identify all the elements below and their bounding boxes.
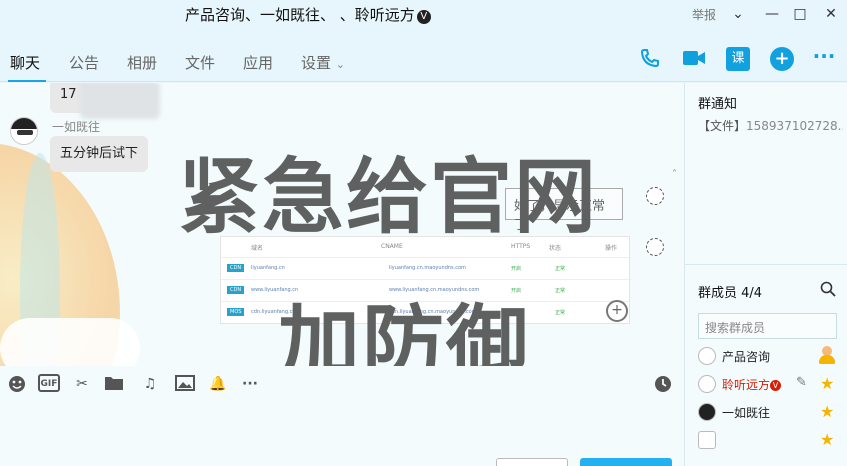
add-icon[interactable]: + xyxy=(770,47,794,71)
class-icon[interactable]: 课 xyxy=(726,47,750,71)
doodle-face-icon xyxy=(646,187,664,205)
title-bar: 产品咨询、一如既往、 、聆听远方 V 举报 ⌄ — □ ✕ xyxy=(0,0,847,30)
bell-icon[interactable]: 🔔 xyxy=(208,374,228,394)
scissors-icon[interactable]: ✂ xyxy=(72,374,92,394)
report-button[interactable]: 举报 xyxy=(692,6,716,23)
member-item[interactable]: 产品咨询 xyxy=(698,346,838,366)
tab-apps[interactable]: 应用 xyxy=(243,52,273,73)
cloud-background xyxy=(0,318,140,366)
chevron-down-icon[interactable]: ⌄ xyxy=(727,4,749,24)
more-icon[interactable]: ··· xyxy=(812,46,836,71)
tab-notice[interactable]: 公告 xyxy=(69,52,99,73)
cname-cell: liyuanfang.cn.maoyundns.com xyxy=(389,265,466,271)
minimize-button[interactable]: — xyxy=(761,4,783,24)
active-tab-indicator xyxy=(8,80,46,82)
admin-star-icon: ★ xyxy=(820,374,835,393)
tab-files[interactable]: 文件 xyxy=(185,52,215,73)
phone-icon[interactable] xyxy=(638,47,662,71)
tab-settings[interactable]: 设置 ⌄ xyxy=(301,52,345,73)
music-icon[interactable]: ♫ xyxy=(140,374,160,394)
table-header: 操作 xyxy=(605,245,618,252)
send-button[interactable] xyxy=(580,458,672,466)
close-chat-button[interactable] xyxy=(496,458,568,466)
more-icon[interactable]: ··· xyxy=(240,374,260,394)
search-icon[interactable] xyxy=(820,281,838,299)
type-badge: MOS xyxy=(227,308,245,316)
gif-icon[interactable]: GIF xyxy=(38,374,60,392)
member-name: 一如既往 xyxy=(722,406,771,420)
admin-star-icon: ★ xyxy=(820,402,835,421)
window-title: 产品咨询、一如既往、 、聆听远方 V xyxy=(185,4,431,25)
status-cell: 正常 xyxy=(555,310,566,316)
close-button[interactable]: ✕ xyxy=(820,4,842,24)
type-badge: CDN xyxy=(227,264,245,272)
video-icon[interactable] xyxy=(682,47,706,71)
avatar xyxy=(698,347,716,365)
member-name: 聆听远方 V xyxy=(722,376,782,393)
verified-badge-icon: V xyxy=(770,380,782,391)
table-row: CDN liyuanfang.cn liyuanfang.cn.maoyundn… xyxy=(221,257,631,279)
divider xyxy=(685,264,847,265)
avatar xyxy=(698,431,716,449)
avatar[interactable] xyxy=(10,117,38,145)
tab-chat[interactable]: 聊天 xyxy=(10,52,40,73)
admin-star-icon: ★ xyxy=(820,430,835,449)
history-icon[interactable] xyxy=(653,374,673,394)
message-bubble[interactable]: 五分钟后试下 xyxy=(50,136,149,172)
member-search-input[interactable]: 搜索群成员 xyxy=(698,313,837,339)
verified-badge-icon: V xyxy=(416,10,431,24)
edit-icon[interactable]: ✎ xyxy=(796,375,807,390)
message-input[interactable] xyxy=(0,402,684,466)
folder-icon[interactable] xyxy=(104,374,124,394)
status-cell: 正常 xyxy=(555,266,566,272)
member-item[interactable]: 聆听远方 V ✎ ★ xyxy=(698,374,838,394)
tab-bar: 聊天 公告 相册 文件 应用 设置 ⌄ 课 + ··· xyxy=(0,30,847,82)
tab-album[interactable]: 相册 xyxy=(127,52,157,73)
scroll-up-icon[interactable]: ˄ xyxy=(672,169,677,180)
sender-name: 一如既往 xyxy=(52,120,101,134)
doodle-face-icon xyxy=(646,238,664,256)
group-notice-title: 群通知 xyxy=(698,97,738,112)
blurred-region xyxy=(80,83,160,119)
group-notice-content[interactable]: 【文件】158937102728... xyxy=(698,117,843,134)
avatar xyxy=(698,403,716,421)
zoom-in-icon[interactable]: + xyxy=(606,300,628,322)
owner-icon xyxy=(818,346,836,364)
input-toolbar: GIF ✂ ♫ 🔔 ··· xyxy=(0,366,684,402)
members-title: 群成员 4/4 xyxy=(698,286,763,301)
type-badge: CDN xyxy=(227,286,245,294)
maximize-button[interactable]: □ xyxy=(789,4,811,24)
emoji-icon[interactable] xyxy=(7,374,27,394)
domain-cell: liyuanfang.cn xyxy=(251,265,285,271)
member-name: 产品咨询 xyxy=(722,350,771,364)
avatar xyxy=(698,375,716,393)
image-icon[interactable] xyxy=(175,374,195,394)
group-sidebar: 群通知 【文件】158937102728... 群成员 4/4 搜索群成员 产品… xyxy=(684,83,847,466)
member-item[interactable]: ★ xyxy=(698,430,838,450)
overlay-headline: 紧急给官网 xyxy=(178,150,599,245)
member-item[interactable]: 一如既往 ★ xyxy=(698,402,838,422)
chevron-down-icon: ⌄ xyxy=(335,58,346,71)
https-cell: 开启 xyxy=(511,266,522,272)
status-cell: 正常 xyxy=(555,288,566,294)
